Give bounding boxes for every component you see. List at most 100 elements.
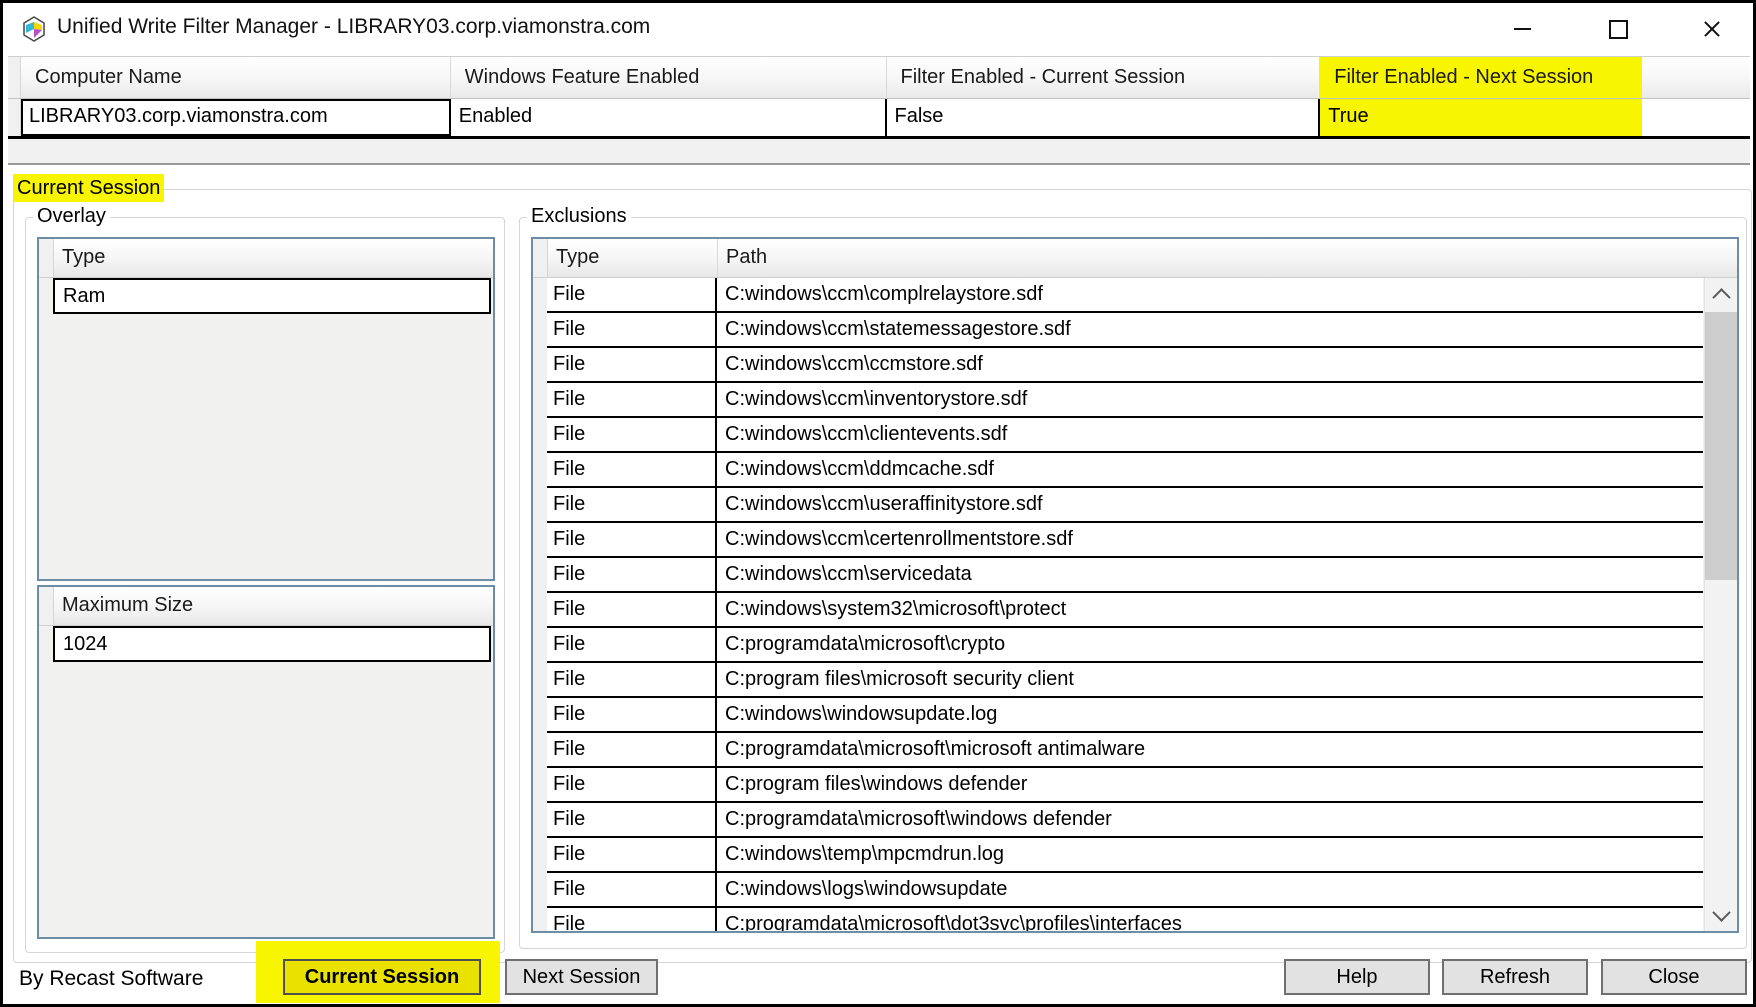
- cell-path: C:windows\ccm\certenrollmentstore.sdf: [717, 523, 1703, 556]
- title-bar: Unified Write Filter Manager - LIBRARY03…: [3, 3, 1753, 55]
- cell-type: File: [547, 523, 717, 556]
- highlight-next-session-value: True: [1320, 99, 1642, 136]
- exclusions-group-label: Exclusions: [527, 202, 631, 230]
- row-header-strip: [533, 278, 548, 931]
- column-header-type[interactable]: Type: [54, 239, 105, 277]
- table-row[interactable]: FileC:windows\ccm\servicedata: [547, 558, 1703, 593]
- cell-path: C:program files\microsoft security clien…: [717, 663, 1703, 696]
- cell-path: C:programdata\microsoft\windows defender: [717, 803, 1703, 836]
- overlay-type-grid: Type Ram: [37, 237, 495, 581]
- close-button[interactable]: Close: [1601, 959, 1747, 995]
- cell-type: File: [547, 418, 717, 451]
- cell-path: C:windows\logs\windowsupdate: [717, 873, 1703, 906]
- cell-type: File: [547, 313, 717, 346]
- size-grid-header: Maximum Size: [39, 587, 493, 626]
- table-row[interactable]: FileC:program files\microsoft security c…: [547, 663, 1703, 698]
- table-row[interactable]: FileC:programdata\microsoft\dot3svc\prof…: [547, 908, 1703, 931]
- table-row[interactable]: FileC:windows\ccm\certenrollmentstore.sd…: [547, 523, 1703, 558]
- info-grid-empty-area: [8, 139, 1750, 165]
- help-button[interactable]: Help: [1284, 959, 1430, 995]
- app-window: Unified Write Filter Manager - LIBRARY03…: [0, 0, 1756, 1007]
- cell-path: C:windows\ccm\ccmstore.sdf: [717, 348, 1703, 381]
- exclusions-viewport: FileC:windows\ccm\complrelaystore.sdfFil…: [533, 278, 1703, 931]
- column-header-filter-next[interactable]: Filter Enabled - Next Session: [1320, 57, 1750, 98]
- cell-filter-current[interactable]: False: [887, 99, 1321, 136]
- cell-type: File: [547, 558, 717, 591]
- cell-type: File: [547, 663, 717, 696]
- chevron-up-icon: [1712, 288, 1730, 306]
- table-row[interactable]: FileC:windows\ccm\useraffinitystore.sdf: [547, 488, 1703, 523]
- header-separator: [717, 239, 718, 277]
- column-header-feature-enabled[interactable]: Windows Feature Enabled: [451, 57, 887, 98]
- table-row[interactable]: FileC:windows\temp\mpcmdrun.log: [547, 838, 1703, 873]
- cell-type: File: [547, 628, 717, 661]
- cell-type: File: [547, 768, 717, 801]
- table-row[interactable]: FileC:windows\ccm\complrelaystore.sdf: [547, 278, 1703, 313]
- column-header-maximum-size[interactable]: Maximum Size: [54, 587, 193, 625]
- table-row[interactable]: FileC:windows\logs\windowsupdate: [547, 873, 1703, 908]
- table-row[interactable]: FileC:programdata\microsoft\windows defe…: [547, 803, 1703, 838]
- table-row[interactable]: FileC:programdata\microsoft\microsoft an…: [547, 733, 1703, 768]
- overlay-size-cell[interactable]: 1024: [53, 626, 491, 662]
- overlay-size-grid: Maximum Size 1024: [37, 585, 495, 939]
- column-header-path[interactable]: Path: [718, 239, 767, 277]
- cell-type: File: [547, 488, 717, 521]
- credit-text: By Recast Software: [19, 961, 203, 997]
- app-icon: [21, 16, 47, 42]
- scroll-up-button[interactable]: [1705, 278, 1737, 310]
- table-row[interactable]: FileC:windows\ccm\inventorystore.sdf: [547, 383, 1703, 418]
- minimize-icon: [1514, 28, 1531, 30]
- maximize-button[interactable]: [1587, 9, 1649, 49]
- row-header-strip: [39, 587, 54, 625]
- minimize-button[interactable]: [1491, 9, 1553, 49]
- close-icon: [1703, 20, 1721, 38]
- exclusions-grid-header: Type Path: [533, 239, 1737, 278]
- cell-type: File: [547, 873, 717, 906]
- vertical-scrollbar[interactable]: [1704, 278, 1737, 931]
- row-header-strip: [8, 99, 21, 136]
- cell-computer-name[interactable]: LIBRARY03.corp.viamonstra.com: [21, 99, 451, 136]
- row-header-strip: [39, 239, 54, 277]
- overlay-type-cell[interactable]: Ram: [53, 278, 491, 314]
- cell-type: File: [547, 593, 717, 626]
- cell-path: C:windows\ccm\statemessagestore.sdf: [717, 313, 1703, 346]
- overlay-group-label: Overlay: [33, 202, 110, 230]
- table-row[interactable]: FileC:windows\ccm\ddmcache.sdf: [547, 453, 1703, 488]
- column-header-type[interactable]: Type: [548, 239, 718, 277]
- column-header-computer-name[interactable]: Computer Name: [21, 57, 451, 98]
- cell-path: C:windows\ccm\useraffinitystore.sdf: [717, 488, 1703, 521]
- cell-path: C:windows\temp\mpcmdrun.log: [717, 838, 1703, 871]
- table-row[interactable]: FileC:programdata\microsoft\crypto: [547, 628, 1703, 663]
- column-header-filter-current[interactable]: Filter Enabled - Current Session: [887, 57, 1321, 98]
- close-window-button[interactable]: [1681, 9, 1743, 49]
- table-row[interactable]: FileC:windows\windowsupdate.log: [547, 698, 1703, 733]
- current-session-button[interactable]: Current Session: [283, 959, 481, 995]
- exclusions-grid: Type Path FileC:windows\ccm\complrelayst…: [531, 237, 1739, 933]
- table-row[interactable]: FileC:windows\ccm\ccmstore.sdf: [547, 348, 1703, 383]
- cell-type: File: [547, 453, 717, 486]
- table-row[interactable]: FileC:windows\system32\microsoft\protect: [547, 593, 1703, 628]
- scroll-down-button[interactable]: [1705, 899, 1737, 931]
- computer-row[interactable]: LIBRARY03.corp.viamonstra.com Enabled Fa…: [8, 99, 1750, 139]
- scrollbar-thumb[interactable]: [1705, 312, 1737, 580]
- cell-path: C:program files\windows defender: [717, 768, 1703, 801]
- cell-path: C:windows\system32\microsoft\protect: [717, 593, 1703, 626]
- window-title: Unified Write Filter Manager - LIBRARY03…: [57, 15, 650, 39]
- current-session-panel-label: Current Session: [13, 174, 164, 202]
- next-session-button[interactable]: Next Session: [505, 959, 658, 995]
- cell-path: C:windows\ccm\servicedata: [717, 558, 1703, 591]
- chevron-down-icon: [1712, 903, 1730, 921]
- cell-type: File: [547, 733, 717, 766]
- cell-path: C:programdata\microsoft\crypto: [717, 628, 1703, 661]
- cell-feature-enabled[interactable]: Enabled: [451, 99, 887, 136]
- type-grid-header: Type: [39, 239, 493, 278]
- table-row[interactable]: FileC:windows\ccm\clientevents.sdf: [547, 418, 1703, 453]
- cell-filter-next[interactable]: True: [1320, 99, 1750, 136]
- table-row[interactable]: FileC:program files\windows defender: [547, 768, 1703, 803]
- cell-path: C:windows\ccm\clientevents.sdf: [717, 418, 1703, 451]
- row-header-strip: [8, 57, 21, 98]
- row-header-strip: [533, 239, 548, 277]
- table-row[interactable]: FileC:windows\ccm\statemessagestore.sdf: [547, 313, 1703, 348]
- refresh-button[interactable]: Refresh: [1442, 959, 1588, 995]
- exclusions-body: FileC:windows\ccm\complrelaystore.sdfFil…: [547, 278, 1703, 931]
